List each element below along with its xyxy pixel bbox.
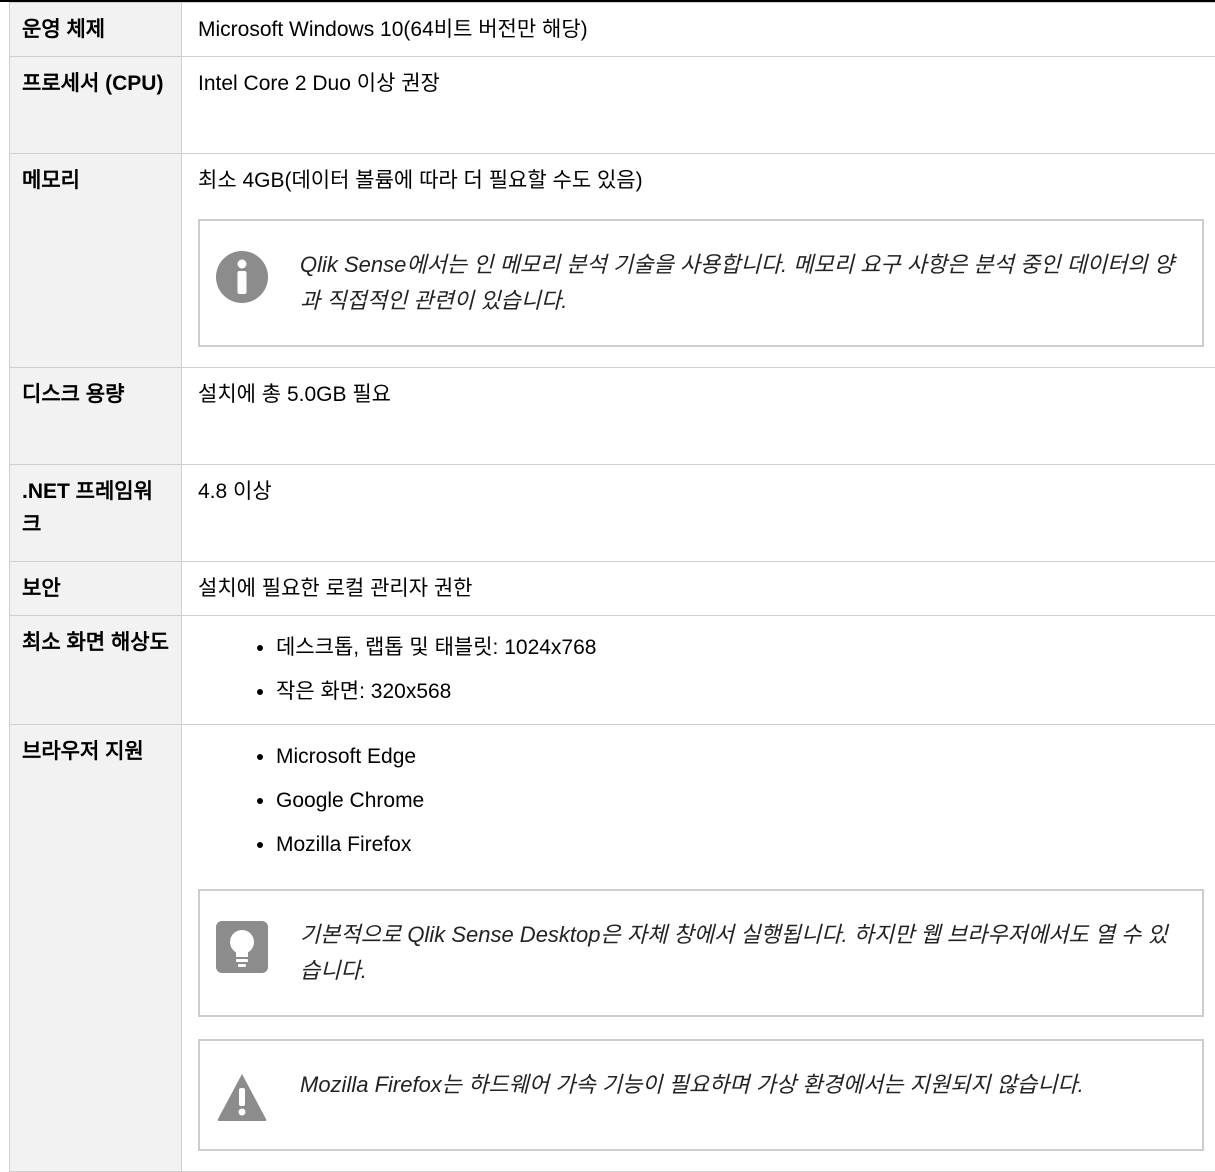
cpu-value: Intel Core 2 Duo 이상 권장 [182,57,1215,154]
browser-tip-note: 기본적으로 Qlik Sense Desktop은 자체 창에서 실행됩니다. … [198,889,1204,1017]
resolution-list: 데스크톱, 랩톱 및 태블릿: 1024x768 작은 화면: 320x568 [198,626,1204,714]
memory-cell: 최소 4GB(데이터 볼륨에 따라 더 필요할 수도 있음) Qlik Sens… [182,154,1215,368]
lightbulb-icon [216,921,268,973]
resolution-label: 최소 화면 해상도 [10,616,182,725]
disk-value: 설치에 총 5.0GB 필요 [182,368,1215,465]
browser-list: Microsoft Edge Google Chrome Mozilla Fir… [198,735,1204,867]
dotnet-label: .NET 프레임워크 [10,465,182,562]
memory-value: 최소 4GB(데이터 볼륨에 따라 더 필요할 수도 있음) [198,164,1204,197]
browser-warning-text: Mozilla Firefox는 하드웨어 가속 기능이 필요하며 가상 환경에… [300,1067,1084,1103]
browser-label: 브라우저 지원 [10,725,182,1172]
browser-tip-text: 기본적으로 Qlik Sense Desktop은 자체 창에서 실행됩니다. … [300,917,1182,989]
security-label: 보안 [10,562,182,616]
memory-label: 메모리 [10,154,182,368]
list-item: 작은 화면: 320x568 [276,670,1204,714]
memory-note-text: Qlik Sense에서는 인 메모리 분석 기술을 사용합니다. 메모리 요구… [300,247,1182,319]
browser-warning-note: Mozilla Firefox는 하드웨어 가속 기능이 필요하며 가상 환경에… [198,1039,1204,1151]
memory-note: Qlik Sense에서는 인 메모리 분석 기술을 사용합니다. 메모리 요구… [198,219,1204,347]
list-item: Microsoft Edge [276,735,1204,779]
table-row-cpu: 프로세서 (CPU) Intel Core 2 Duo 이상 권장 [10,57,1215,154]
browser-cell: Microsoft Edge Google Chrome Mozilla Fir… [182,725,1215,1172]
table-row-memory: 메모리 최소 4GB(데이터 볼륨에 따라 더 필요할 수도 있음) Qlik … [10,154,1215,368]
list-item: Mozilla Firefox [276,823,1204,867]
cpu-label: 프로세서 (CPU) [10,57,182,154]
system-requirements-table: 운영 체제 Microsoft Windows 10(64비트 버전만 해당) … [9,2,1215,1172]
resolution-cell: 데스크톱, 랩톱 및 태블릿: 1024x768 작은 화면: 320x568 [182,616,1215,725]
os-label: 운영 체제 [10,3,182,57]
disk-label: 디스크 용량 [10,368,182,465]
table-row-security: 보안 설치에 필요한 로컬 관리자 권한 [10,562,1215,616]
table-row-browser: 브라우저 지원 Microsoft Edge Google Chrome Moz… [10,725,1215,1172]
table-row-disk: 디스크 용량 설치에 총 5.0GB 필요 [10,368,1215,465]
os-value: Microsoft Windows 10(64비트 버전만 해당) [182,3,1215,57]
warning-icon [216,1071,268,1123]
table-row-os: 운영 체제 Microsoft Windows 10(64비트 버전만 해당) [10,3,1215,57]
dotnet-value: 4.8 이상 [182,465,1215,562]
info-icon [216,251,268,303]
list-item: 데스크톱, 랩톱 및 태블릿: 1024x768 [276,626,1204,670]
table-row-dotnet: .NET 프레임워크 4.8 이상 [10,465,1215,562]
security-value: 설치에 필요한 로컬 관리자 권한 [182,562,1215,616]
table-row-resolution: 최소 화면 해상도 데스크톱, 랩톱 및 태블릿: 1024x768 작은 화면… [10,616,1215,725]
list-item: Google Chrome [276,779,1204,823]
